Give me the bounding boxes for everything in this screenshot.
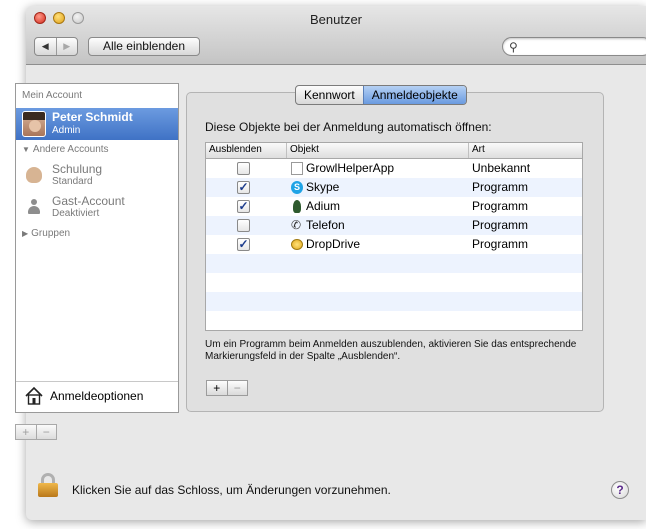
dropdrive-icon [291, 239, 303, 250]
column-object[interactable]: Objekt [286, 143, 319, 158]
search-input[interactable] [523, 39, 646, 55]
account-role: Deaktiviert [52, 208, 100, 219]
sidebar-item-schulung[interactable]: Schulung Standard [16, 160, 178, 192]
sidebar-item-guest[interactable]: Gast-Account Deaktiviert [16, 192, 178, 224]
search-icon: ⚲ [509, 40, 518, 54]
add-account-button[interactable]: + [16, 425, 36, 439]
table-row[interactable]: ✓ DropDrive Programm [206, 235, 582, 254]
table-row[interactable]: ✓ S Skype Programm [206, 178, 582, 197]
login-item-add-remove-control: + − [206, 380, 248, 396]
lock-message: Klicken Sie auf das Schloss, um Änderung… [72, 483, 391, 497]
show-all-button[interactable]: Alle einblenden [88, 37, 200, 56]
back-forward-control: ◀ ▶ [34, 37, 78, 56]
account-role: Standard [52, 176, 93, 187]
gingerbread-icon [26, 167, 42, 183]
disclosure-right-icon: ▶ [22, 229, 29, 238]
tab-password[interactable]: Kennwort [296, 86, 363, 104]
lock-icon[interactable] [38, 473, 58, 497]
empty-row [206, 292, 582, 311]
tab-bar: Kennwort Anmeldeobjekte [295, 85, 467, 105]
login-items-heading: Diese Objekte bei der Anmeldung automati… [205, 120, 492, 134]
hide-hint-text: Um ein Programm beim Anmelden auszublend… [205, 339, 577, 362]
disclosure-down-icon: ▼ [22, 145, 30, 154]
table-row[interactable]: GrowlHelperApp Unbekannt [206, 159, 582, 178]
column-hide[interactable]: Ausblenden [209, 144, 262, 155]
table-row[interactable]: ✆ Telefon Programm [206, 216, 582, 235]
hide-checkbox[interactable] [237, 219, 250, 232]
back-arrow-icon[interactable]: ◀ [35, 38, 56, 55]
item-kind: Programm [472, 237, 529, 251]
hide-checkbox[interactable] [237, 162, 250, 175]
title-bar: Benutzer ◀ ▶ Alle einblenden ⚲ [26, 6, 646, 65]
accounts-sidebar: Mein Account Peter Schmidt Admin ▼ Andere… [15, 83, 179, 413]
empty-row [206, 273, 582, 292]
add-login-item-button[interactable]: + [207, 381, 227, 395]
account-add-remove-control: + − [15, 424, 57, 440]
hide-checkbox[interactable]: ✓ [237, 238, 250, 251]
help-button[interactable]: ? [611, 481, 629, 499]
item-kind: Programm [472, 180, 529, 194]
sidebar-item-current-user[interactable]: Peter Schmidt Admin [16, 108, 178, 140]
current-user-name: Peter Schmidt [52, 110, 133, 124]
guest-icon [26, 199, 42, 215]
groups-heading[interactable]: ▶ Gruppen [22, 228, 70, 239]
current-user-role: Admin [52, 125, 81, 136]
hide-checkbox[interactable]: ✓ [237, 200, 250, 213]
remove-login-item-button[interactable]: − [226, 381, 248, 395]
item-kind: Unbekannt [472, 161, 531, 175]
empty-row [206, 254, 582, 273]
my-account-heading: Mein Account [22, 90, 83, 101]
item-kind: Programm [472, 218, 529, 232]
item-name: DropDrive [306, 237, 361, 251]
window-title: Benutzer [309, 12, 363, 27]
item-name: Skype [306, 180, 340, 194]
avatar [22, 111, 46, 137]
adium-icon [293, 200, 301, 213]
remove-account-button[interactable]: − [35, 425, 57, 439]
document-icon [291, 162, 303, 175]
house-icon [25, 386, 43, 405]
forward-arrow-icon[interactable]: ▶ [55, 38, 78, 55]
login-options-label: Anmeldeoptionen [50, 389, 144, 403]
empty-row [206, 311, 582, 330]
item-kind: Programm [472, 199, 529, 213]
column-kind[interactable]: Art [468, 143, 485, 158]
item-name: Telefon [306, 218, 345, 232]
login-items-table: Ausblenden Objekt Art GrowlHelperApp Unb… [205, 142, 583, 331]
phone-icon: ✆ [291, 218, 302, 232]
item-name: Adium [306, 199, 341, 213]
account-name: Gast-Account [52, 194, 125, 208]
hide-checkbox[interactable]: ✓ [237, 181, 250, 194]
item-name: GrowlHelperApp [306, 161, 395, 175]
login-options-item[interactable]: Anmeldeoptionen [16, 381, 178, 412]
account-name: Schulung [52, 162, 103, 176]
other-accounts-heading[interactable]: ▼ Andere Accounts [22, 144, 109, 155]
skype-icon: S [291, 181, 303, 194]
tab-login-items[interactable]: Anmeldeobjekte [362, 86, 466, 104]
table-header: Ausblenden Objekt Art [206, 143, 582, 159]
search-field[interactable]: ⚲ [502, 37, 646, 56]
table-row[interactable]: ✓ Adium Programm [206, 197, 582, 216]
